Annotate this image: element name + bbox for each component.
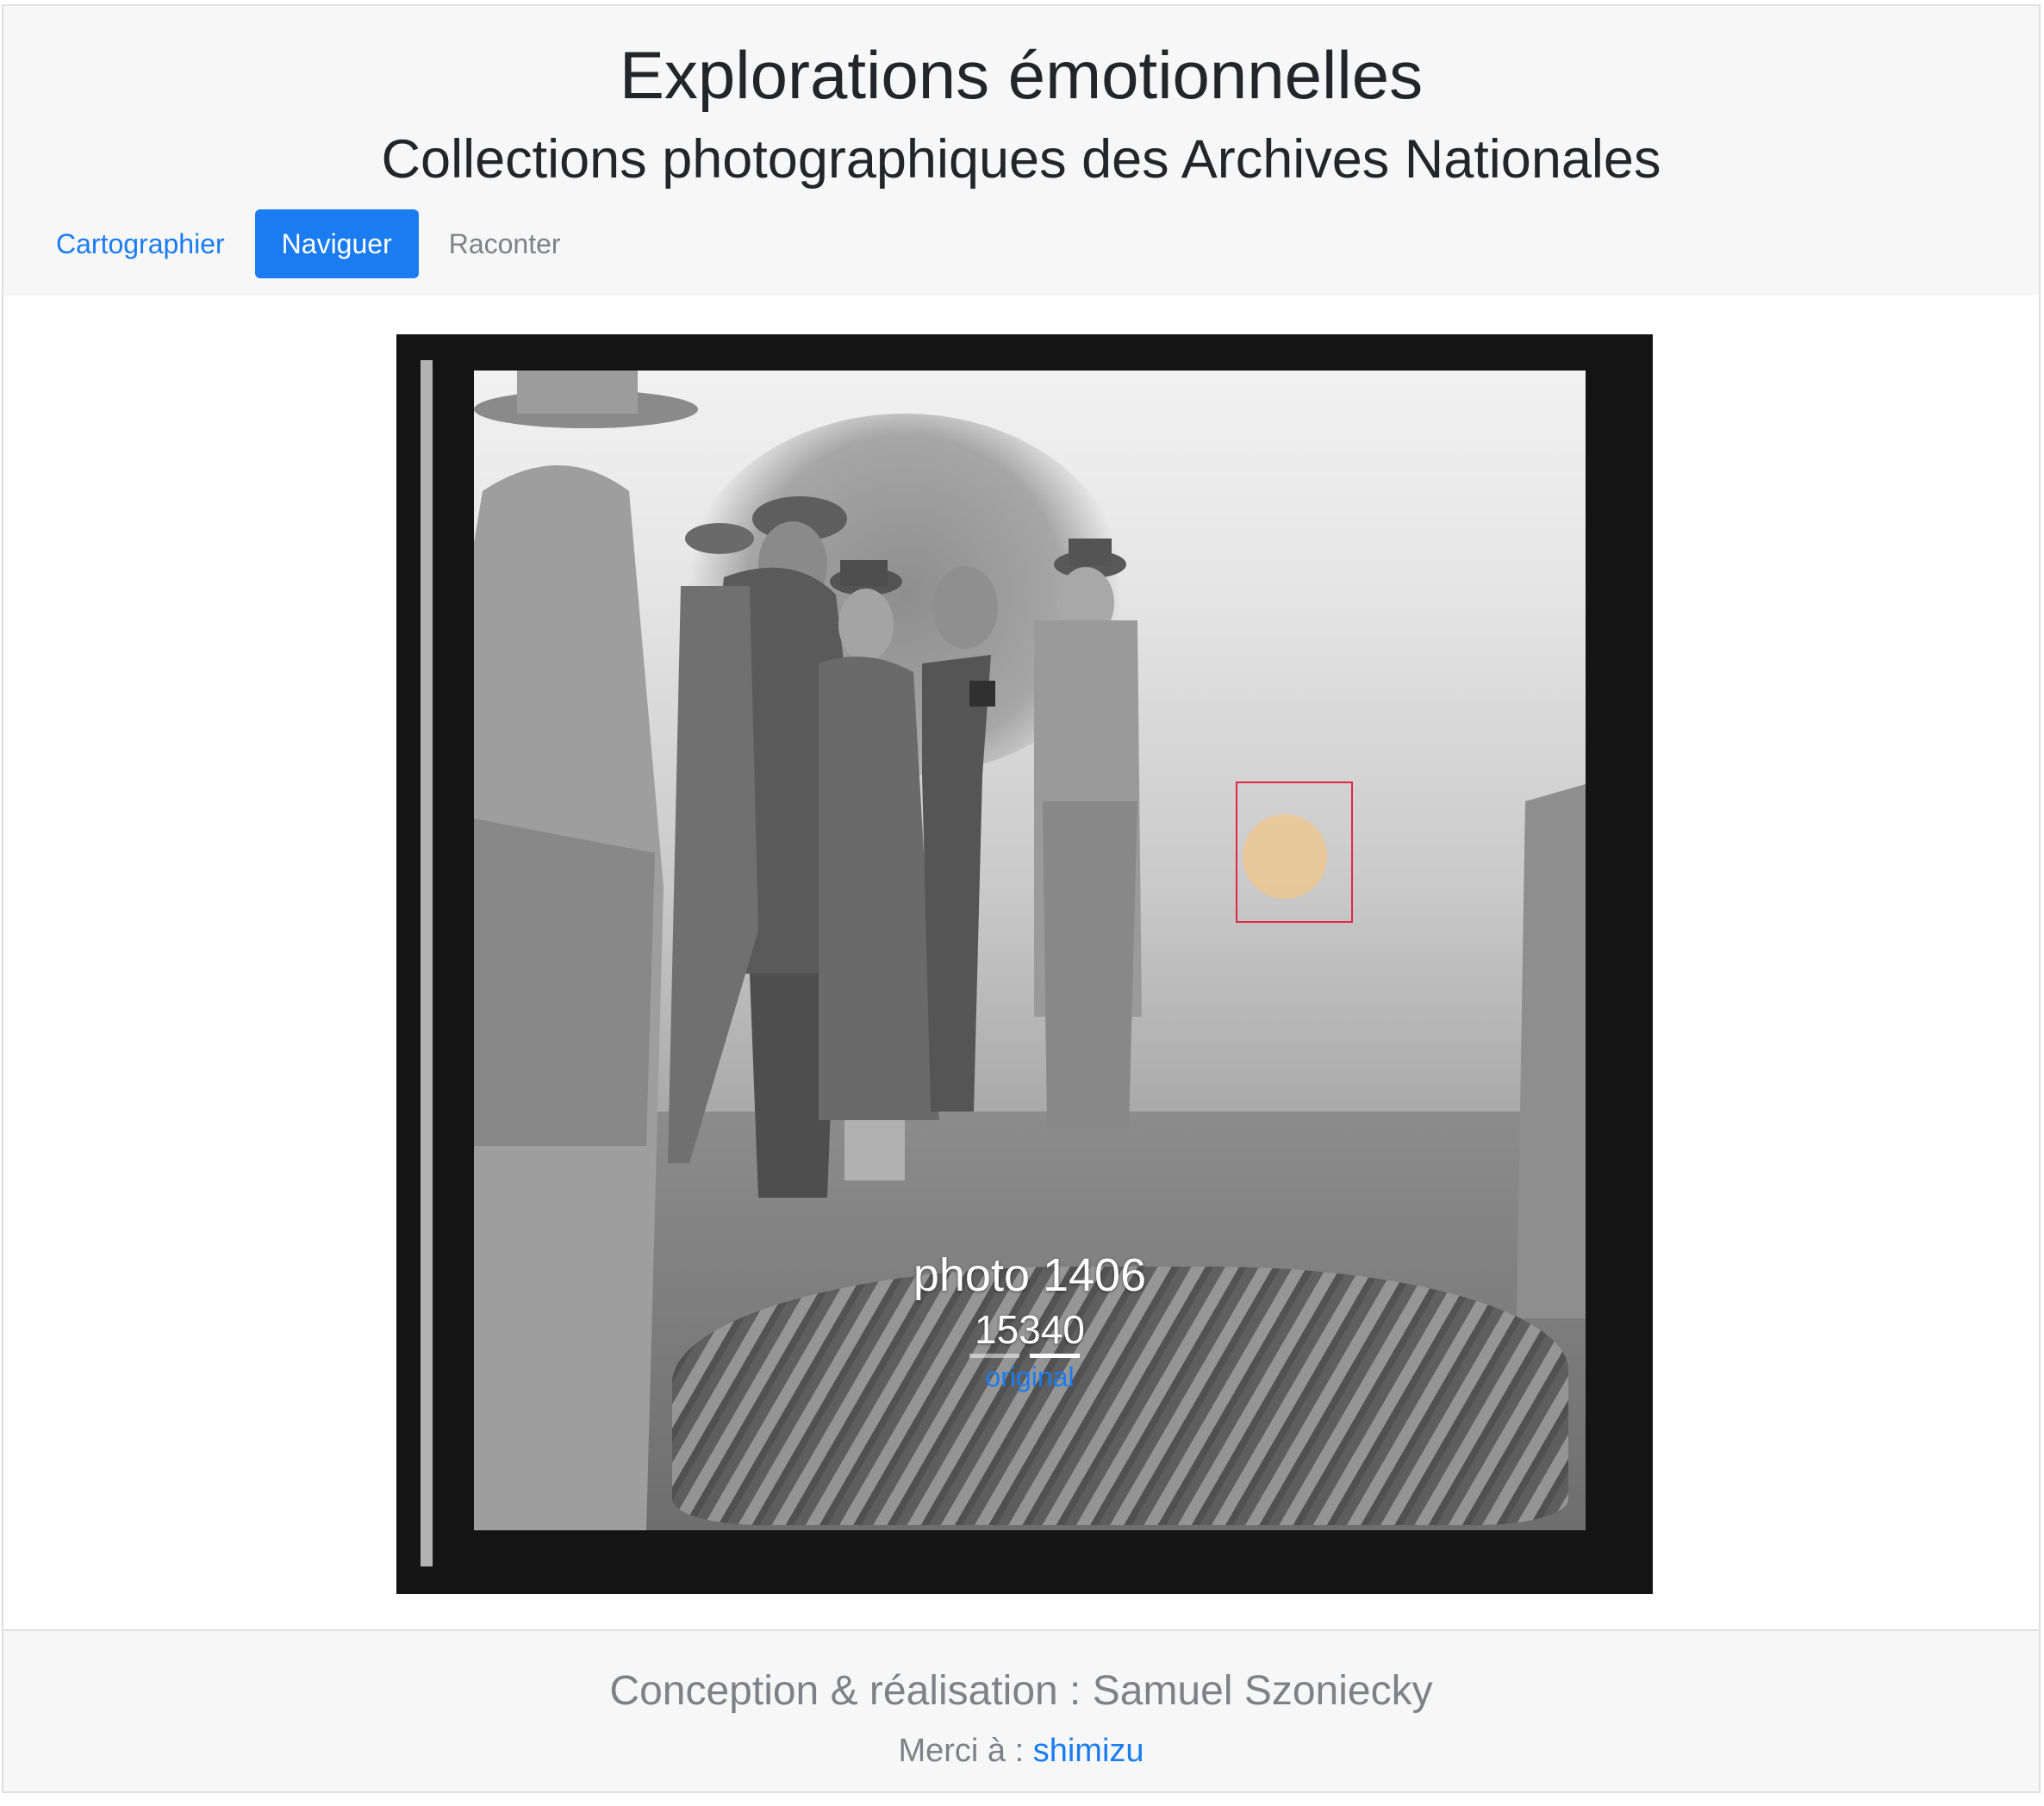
nav-tabs: Cartographier Naviguer Raconter <box>29 209 591 278</box>
photo-carousel[interactable]: photo 1406 15340 original <box>396 334 1653 1594</box>
main-content: photo 1406 15340 original <box>2 296 2041 1631</box>
credit-text: Conception & réalisation : Samuel Szonie… <box>609 1668 1433 1714</box>
tab-cartographier[interactable]: Cartographier <box>29 209 252 278</box>
tab-raconter[interactable]: Raconter <box>422 209 588 278</box>
thanks-link[interactable]: shimizu <box>1033 1733 1144 1769</box>
page: Explorations émotionnelles Collections p… <box>0 0 2044 1806</box>
thanks-prefix: Merci à : <box>898 1733 1033 1769</box>
face-emotion-marker[interactable] <box>1243 814 1327 899</box>
original-link[interactable]: original <box>985 1361 1074 1393</box>
carousel-indicator-1[interactable] <box>969 1354 1019 1358</box>
tab-naviguer[interactable]: Naviguer <box>254 209 419 278</box>
page-subtitle: Collections photographiques des Archives… <box>381 129 1661 190</box>
page-title: Explorations émotionnelles <box>619 37 1424 113</box>
photo-id: 15340 <box>975 1307 1085 1352</box>
thanks-line: Merci à : shimizu <box>3 1731 2039 1771</box>
carousel-indicators <box>396 1354 1653 1358</box>
photo-title: photo 1406 <box>913 1249 1147 1301</box>
page-header: Explorations émotionnelles Collections p… <box>2 4 2041 297</box>
film-edge <box>421 360 433 1566</box>
page-footer: Conception & réalisation : Samuel Szonie… <box>2 1629 2041 1793</box>
carousel-caption: photo 1406 15340 original <box>474 1249 1586 1393</box>
carousel-indicator-2[interactable] <box>1030 1354 1080 1358</box>
